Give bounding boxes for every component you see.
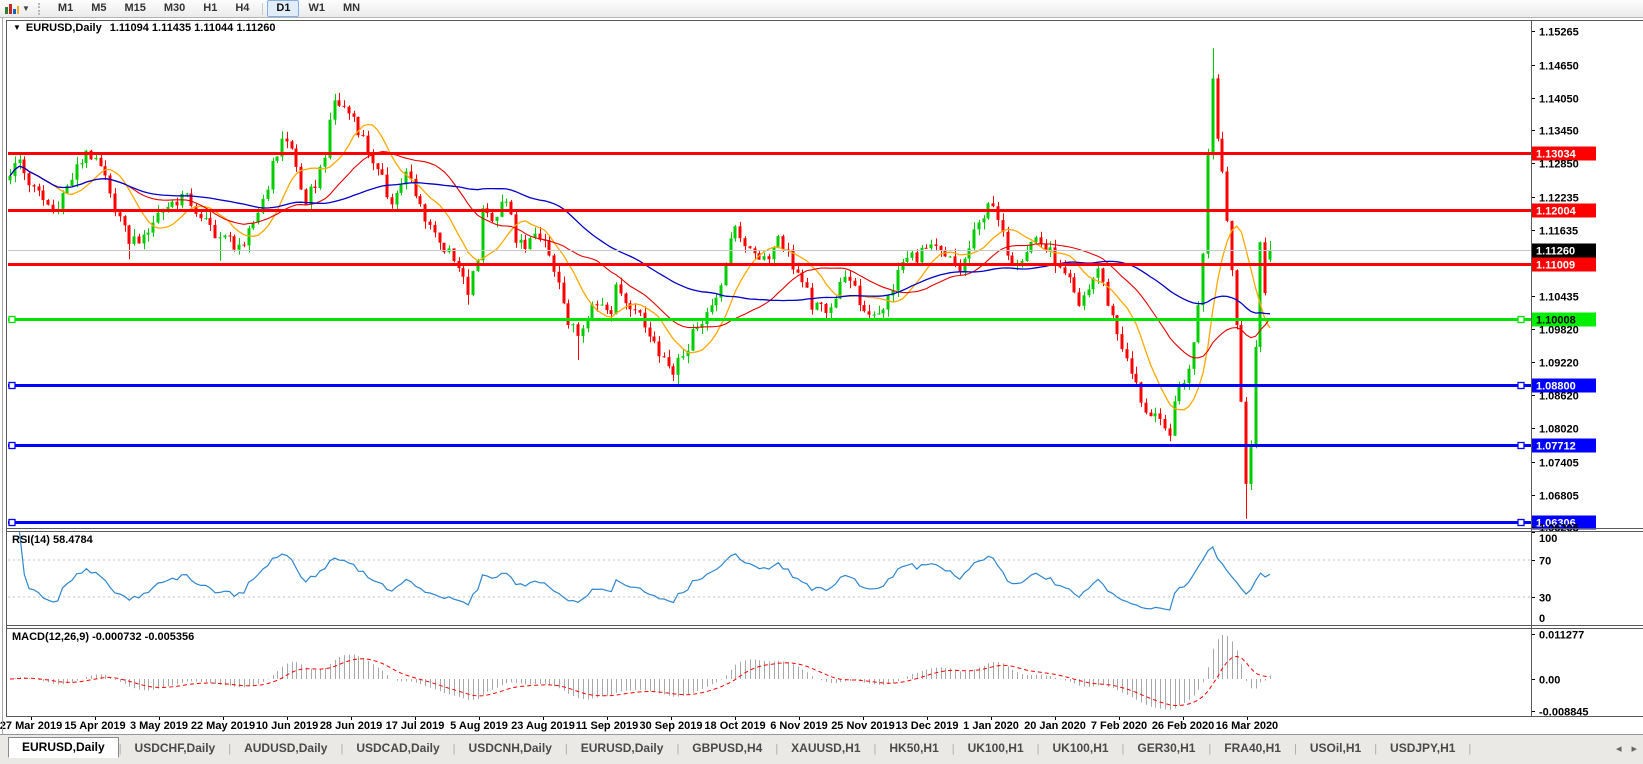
timeframe-buttons: M1 M5 M15 M30 H1 H4 D1 W1 MN [49,0,369,17]
macd-axis-label: 0.011277 [1539,630,1584,642]
x-axis-date-label: 3 May 2019 [130,720,188,732]
timeframe-button-m15[interactable]: M15 [115,0,154,17]
line-handle[interactable] [1517,381,1525,390]
timeframe-button-m5[interactable]: M5 [82,0,115,17]
x-axis-date-label: 22 May 2019 [191,720,255,732]
toolbar-separator [262,2,264,15]
price-line-label: 1.11009 [1536,260,1575,272]
timeframe-button-h4[interactable]: H4 [226,0,258,17]
dropdown-caret-icon[interactable]: ▼ [22,4,30,13]
timeframe-button-mn[interactable]: MN [334,0,369,17]
tab-scroll-left-button[interactable]: ◂ [1616,742,1622,755]
y-axis-tick-label: 1.09220 [1539,358,1579,370]
price-line-label: 1.07712 [1536,441,1576,453]
x-axis-date-label: 28 Jun 2019 [320,720,382,732]
x-axis-date-label: 30 Sep 2019 [640,720,703,732]
chart-tab-11-ger30-h1[interactable]: GER30,H1 [1124,739,1208,758]
x-axis-date-label: 20 Jan 2020 [1024,720,1086,732]
y-axis-tick-label: 1.12850 [1539,159,1579,171]
chart-tab-1-usdchf-daily[interactable]: USDCHF,Daily [122,739,229,758]
chart-tabs: EURUSD,Daily | USDCHF,Daily | AUDUSD,Daily | U… [8,735,1643,758]
x-axis-date-label: 25 Nov 2019 [831,720,895,732]
chart-tab-2-audusd-daily[interactable]: AUDUSD,Daily [231,739,340,758]
chart-tab-9-uk100-h1[interactable]: UK100,H1 [955,739,1037,758]
symbol-dropdown-icon[interactable]: ▼ [13,23,21,32]
x-axis-date-label: 7 Feb 2020 [1091,720,1147,732]
price-chart[interactable]: 1.130341.120041.112601.110091.100081.088… [0,18,1643,734]
chart-tabs-bar: EURUSD,Daily | USDCHF,Daily | AUDUSD,Daily | U… [0,734,1643,764]
line-handle[interactable] [8,441,16,450]
y-axis-tick-label: 1.15265 [1539,27,1579,39]
chart-tab-8-hk50-h1[interactable]: HK50,H1 [876,739,951,758]
y-axis-tick-label: 1.11635 [1539,226,1578,238]
ohlc-values: 1.11094 1.11435 1.11044 1.11260 [109,22,276,34]
rsi-axis-label: 0 [1539,613,1545,625]
x-axis-date-label: 15 Apr 2019 [64,720,125,732]
y-axis-tick-label: 1.08620 [1539,391,1579,403]
chart-tab-3-usdcad-daily[interactable]: USDCAD,Daily [343,739,452,758]
y-axis-tick-label: 1.12235 [1539,193,1579,205]
y-axis-tick-label: 1.14650 [1539,61,1579,73]
x-axis-date-label: 26 Feb 2020 [1152,720,1214,732]
rsi-indicator-label: RSI(14) 58.4784 [12,534,93,546]
chart-tab-10-uk100-h1[interactable]: UK100,H1 [1040,739,1122,758]
rsi-axis-label: 30 [1539,593,1551,605]
chart-tab-12-fra40-h1[interactable]: FRA40,H1 [1211,739,1294,758]
x-axis-date-label: 1 Jan 2020 [963,720,1019,732]
chart-tab-4-usdcnh-daily[interactable]: USDCNH,Daily [456,739,565,758]
timeframe-button-d1[interactable]: D1 [267,0,300,17]
macd-axis-label: 0.00 [1539,675,1560,687]
chart-tab-7-xauusd-h1[interactable]: XAUUSD,H1 [778,739,873,758]
y-axis-tick-label: 1.10435 [1539,292,1579,304]
chart-tab-6-gbpusd-h4[interactable]: GBPUSD,H4 [679,739,775,758]
line-handle[interactable] [8,518,16,527]
y-axis-tick-label: 1.07405 [1539,458,1579,470]
line-handle[interactable] [1517,518,1525,527]
y-axis-tick-label: 1.14050 [1539,94,1579,106]
chart-window: 1.13034 1.12004 1.11260 1.11009 1.10008 1.088… [0,18,1643,734]
chart-tab-0-eurusd-daily[interactable]: EURUSD,Daily [8,737,119,758]
chart-tab-5-eurusd-daily[interactable]: EURUSD,Daily [568,739,677,758]
x-axis-date-label: 11 Sep 2019 [576,720,638,732]
line-handle[interactable] [8,381,16,390]
timeframe-button-h1[interactable]: H1 [194,0,226,17]
timeframe-button-m30[interactable]: M30 [155,0,194,17]
x-axis-date-label: 23 Aug 2019 [511,720,575,732]
x-axis-date-label: 10 Jun 2019 [256,720,318,732]
tab-separator: | [1468,743,1472,755]
x-axis-date-label: 17 Jul 2019 [386,720,445,732]
y-axis-tick-label: 1.09820 [1539,325,1579,337]
x-axis-date-label: 13 Dec 2019 [896,720,959,732]
price-line-label: 1.12004 [1536,206,1577,218]
chart-tab-14-usdjpy-h1[interactable]: USDJPY,H1 [1377,739,1468,758]
chart-tab-13-usoil-h1[interactable]: USOil,H1 [1297,739,1374,758]
symbol-label: EURUSD,Daily [25,22,102,34]
price-line-label: 1.11260 [1536,246,1575,258]
x-axis-date-label: 6 Nov 2019 [770,720,827,732]
toolbar-grip [37,2,43,15]
tab-scroll-right-button[interactable]: ▸ [1631,742,1637,755]
timeframe-button-m1[interactable]: M1 [49,0,82,17]
line-handle[interactable] [1517,315,1525,324]
x-axis-date-label: 18 Oct 2019 [704,720,765,732]
x-axis-date-label: 27 Mar 2019 [0,720,62,732]
x-axis-date-label: 16 Mar 2020 [1216,720,1278,732]
y-axis-tick-label: 1.06805 [1539,491,1579,503]
timeframe-button-w1[interactable]: W1 [299,0,334,17]
chart-title: ▼ EURUSD,Daily 1.11094 1.11435 1.11044 1.1… [13,22,276,34]
y-axis-tick-label: 1.08020 [1539,424,1579,436]
line-handle[interactable] [1517,441,1525,450]
mt4-terminal-window: ▼ M1 M5 M15 M30 H1 H4 D1 W1 MN 1.13034 1.12004 1.1… [0,0,1643,764]
rsi-axis-label: 70 [1539,556,1551,568]
macd-indicator-label: MACD(12,26,9) -0.000732 -0.005356 [12,631,195,643]
y-axis-tick-label: 1.13450 [1539,126,1579,138]
rsi-axis-label: 100 [1539,533,1557,545]
x-axis-date-label: 5 Aug 2019 [450,720,508,732]
timeframe-toolbar: ▼ M1 M5 M15 M30 H1 H4 D1 W1 MN [0,0,1643,18]
line-handle[interactable] [8,315,16,324]
chart-periods-icon[interactable] [4,2,20,16]
